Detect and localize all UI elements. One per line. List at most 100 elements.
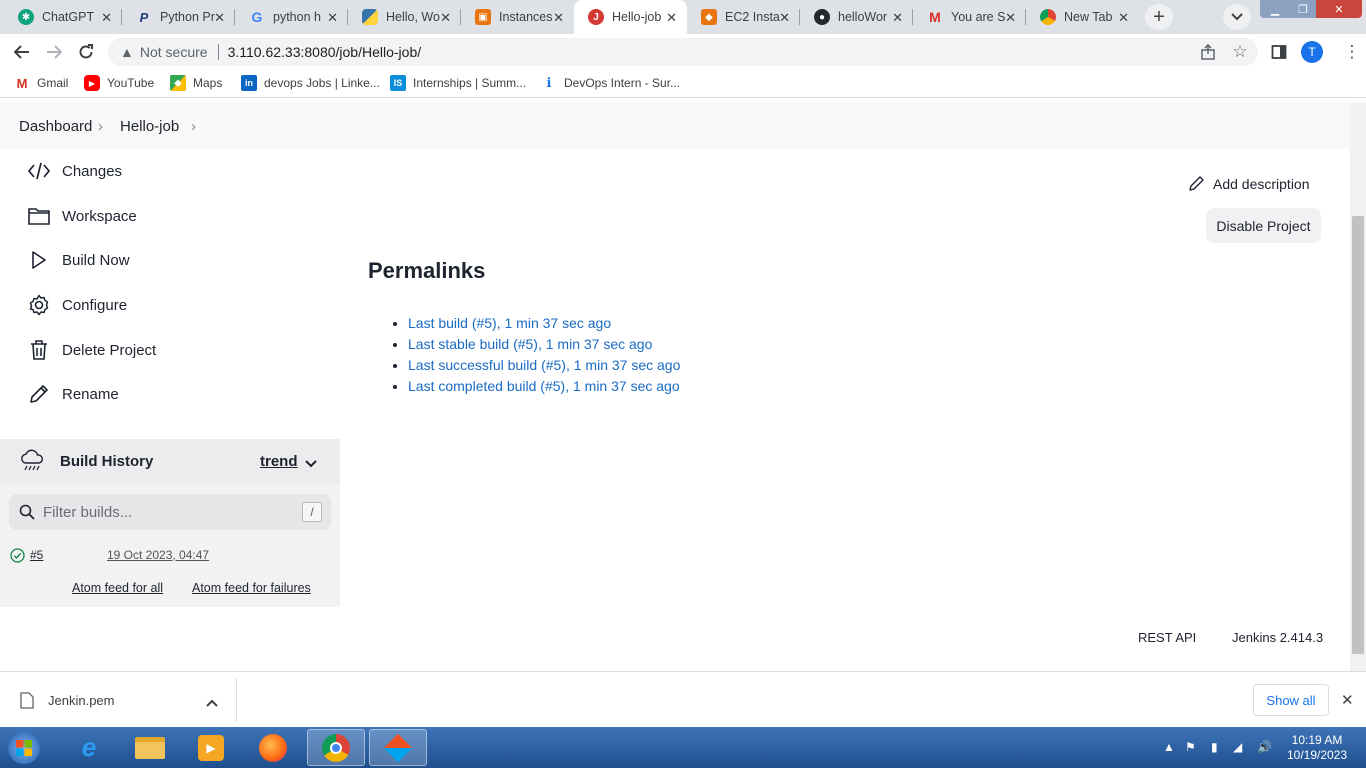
close-icon[interactable]: ✕ — [892, 10, 903, 26]
battery-icon[interactable]: ▮ — [1211, 740, 1218, 754]
permalink-last-successful-build[interactable]: Last successful build (#5), 1 min 37 sec… — [408, 357, 680, 373]
list-item: Last stable build (#5), 1 min 37 sec ago — [408, 334, 680, 355]
minimize-button[interactable]: ▁ — [1260, 0, 1290, 18]
volume-icon[interactable]: 🔊 — [1257, 740, 1272, 754]
permalink-last-completed-build[interactable]: Last completed build (#5), 1 min 37 sec … — [408, 378, 680, 394]
play-icon — [27, 248, 51, 272]
back-button[interactable] — [10, 40, 34, 64]
sidebar-item-workspace[interactable]: Workspace — [27, 204, 137, 228]
bookmark-gmail[interactable]: M Gmail — [14, 75, 69, 91]
add-description-label: Add description — [1213, 175, 1310, 192]
close-icon[interactable]: ✕ — [101, 10, 112, 26]
build-date-link[interactable]: 19 Oct 2023, 04:47 — [107, 548, 209, 562]
tab-google[interactable]: G python h ✕ — [235, 0, 348, 34]
chevron-up-icon[interactable] — [206, 695, 218, 710]
build-history-title: Build History — [60, 453, 154, 470]
close-icon[interactable]: ✕ — [553, 10, 564, 26]
reload-button[interactable] — [74, 40, 98, 64]
close-icon[interactable]: ✕ — [1118, 10, 1129, 26]
forward-button[interactable] — [42, 40, 66, 64]
tab-gmail[interactable]: M You are S ✕ — [913, 0, 1026, 34]
taskbar-app-window[interactable] — [369, 729, 427, 766]
bookmark-label: DevOps Intern - Sur... — [564, 76, 681, 90]
pencil-icon — [27, 382, 51, 406]
bookmark-linkedin[interactable]: in devops Jobs | Linke... — [241, 75, 380, 91]
tab-title: Instances — [499, 10, 553, 24]
permalinks-list: Last build (#5), 1 min 37 sec ago Last s… — [408, 313, 680, 397]
download-item[interactable]: Jenkin.pem — [20, 692, 114, 709]
sidebar-item-rename[interactable]: Rename — [27, 382, 119, 406]
bookmark-youtube[interactable]: ▶ YouTube — [84, 75, 154, 91]
tab-chatgpt[interactable]: ✱ ChatGPT ✕ — [4, 0, 122, 34]
permalink-last-build[interactable]: Last build (#5), 1 min 37 sec ago — [408, 315, 611, 331]
close-icon[interactable]: ✕ — [440, 10, 451, 26]
tab-github[interactable]: ● helloWor ✕ — [800, 0, 913, 34]
profile-avatar[interactable]: T — [1301, 41, 1323, 63]
tab-instances[interactable]: ▣ Instances ✕ — [461, 0, 574, 34]
maximize-button[interactable]: ❐ — [1290, 0, 1316, 18]
disable-project-button[interactable]: Disable Project — [1206, 208, 1321, 243]
clock-time: 10:19 AM — [1291, 733, 1343, 747]
close-icon[interactable]: ✕ — [1005, 10, 1016, 26]
sidebar-item-label: Workspace — [62, 207, 137, 225]
atom-feed-failures-link[interactable]: Atom feed for failures — [192, 581, 311, 595]
filter-builds-input[interactable] — [43, 503, 283, 521]
close-downloads-icon[interactable]: ✕ — [1341, 691, 1354, 709]
taskbar-internet-explorer[interactable]: e — [60, 729, 118, 766]
bookmark-internshala[interactable]: IS Internships | Summ... — [390, 75, 526, 91]
sidebar-item-build-now[interactable]: Build Now — [27, 248, 130, 272]
bookmark-maps[interactable]: ⬥ Maps — [170, 75, 222, 91]
system-clock[interactable]: 10:19 AM 10/19/2023 — [1283, 733, 1351, 763]
tray-expand-icon[interactable]: ▲ — [1163, 740, 1175, 754]
taskbar-file-explorer[interactable] — [121, 729, 179, 766]
rest-api-link[interactable]: REST API — [1138, 630, 1196, 645]
add-description-link[interactable]: Add description — [1188, 175, 1310, 192]
side-panel-button[interactable] — [1267, 40, 1291, 64]
atom-feed-all-link-text[interactable]: Atom feed for all — [72, 581, 163, 595]
browser-menu-button[interactable]: ⋮ — [1340, 40, 1364, 64]
trend-link[interactable]: trend — [260, 453, 298, 470]
tab-new-tab[interactable]: New Tab ✕ — [1026, 0, 1139, 34]
chevron-down-icon[interactable] — [305, 456, 317, 471]
sidebar-item-delete-project[interactable]: Delete Project — [27, 338, 156, 362]
new-tab-button[interactable]: + — [1145, 4, 1173, 30]
chrome-icon — [322, 733, 350, 762]
tab-title: Python Pr — [160, 10, 215, 24]
close-icon[interactable]: ✕ — [327, 10, 338, 26]
window-close-button[interactable]: ✕ — [1316, 0, 1362, 18]
start-button[interactable] — [0, 729, 48, 766]
taskbar-media-player[interactable]: ▶ — [182, 729, 240, 766]
tab-hello-job[interactable]: J Hello-job ✕ — [574, 0, 687, 34]
tab-title: ChatGPT — [42, 10, 95, 24]
sidebar-item-changes[interactable]: Changes — [27, 159, 122, 183]
taskbar-chrome[interactable] — [307, 729, 365, 766]
sidebar-item-label: Rename — [62, 385, 119, 403]
show-all-downloads-button[interactable]: Show all — [1253, 684, 1329, 716]
tab-title: EC2 Insta — [725, 10, 780, 24]
breadcrumb-job[interactable]: Hello-job — [120, 118, 179, 135]
build-number-link[interactable]: #5 — [30, 548, 43, 562]
breadcrumb-dashboard[interactable]: Dashboard — [19, 118, 92, 135]
chevron-right-icon[interactable]: › — [191, 118, 196, 135]
tab-search-button[interactable] — [1223, 4, 1251, 30]
bookmark-star-button[interactable]: ☆ — [1228, 40, 1252, 64]
close-icon[interactable]: ✕ — [214, 10, 225, 26]
tab-python-paypal[interactable]: P Python Pr ✕ — [122, 0, 235, 34]
permalink-last-stable-build[interactable]: Last stable build (#5), 1 min 37 sec ago — [408, 336, 652, 352]
scrollbar-thumb[interactable] — [1352, 216, 1364, 654]
list-item: Last successful build (#5), 1 min 37 sec… — [408, 355, 680, 376]
close-icon[interactable]: ✕ — [666, 10, 677, 26]
address-bar[interactable]: ▲ Not secure 3.110.62.33:8080/job/Hello-… — [108, 38, 1258, 66]
linkedin-icon: in — [241, 75, 257, 91]
build-row[interactable]: #5 19 Oct 2023, 04:47 — [0, 539, 340, 569]
share-button[interactable] — [1196, 40, 1220, 64]
network-signal-icon[interactable]: ◢ — [1233, 740, 1242, 754]
jenkins-version-link[interactable]: Jenkins 2.414.3 — [1232, 630, 1323, 645]
sidebar-item-configure[interactable]: Configure — [27, 293, 127, 317]
bookmark-devops-intern[interactable]: ℹ DevOps Intern - Sur... — [541, 75, 681, 91]
close-icon[interactable]: ✕ — [779, 10, 790, 26]
tab-hello-world[interactable]: Hello, Wo ✕ — [348, 0, 461, 34]
tab-ec2-instance[interactable]: ◆ EC2 Insta ✕ — [687, 0, 800, 34]
action-center-flag-icon[interactable]: ⚑ — [1185, 740, 1196, 754]
taskbar-firefox[interactable] — [244, 729, 302, 766]
